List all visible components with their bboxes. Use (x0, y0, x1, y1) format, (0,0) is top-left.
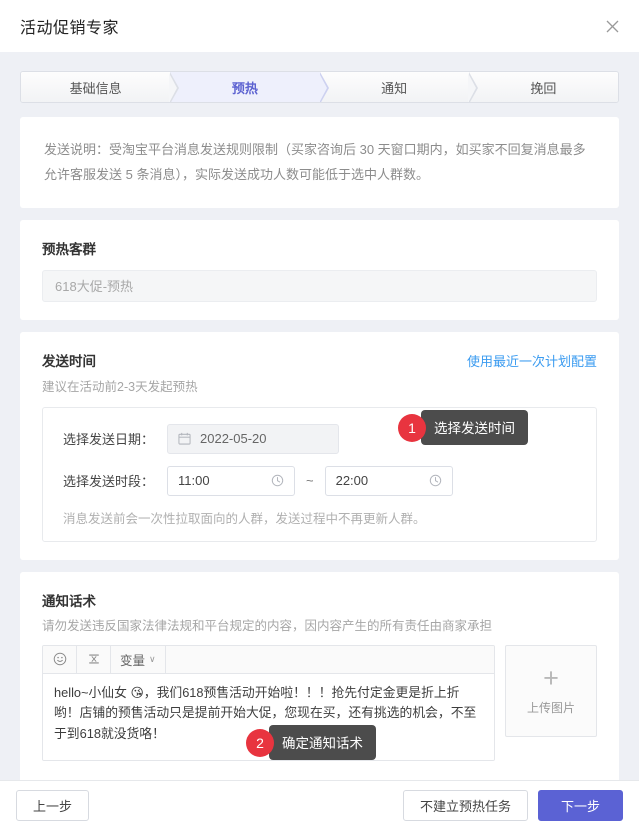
step-nav-wrapper: 基础信息 预热 通知 挽回 (0, 52, 639, 103)
warmup-crowd-title: 预热客群 (42, 241, 96, 257)
step-label: 通知 (381, 80, 408, 96)
send-time-card: 发送时间 使用最近一次计划配置 建议在活动前2-3天发起预热 选择发送日期： 2… (20, 331, 619, 560)
send-date-label: 选择发送日期： (63, 432, 155, 448)
warmup-crowd-card: 预热客群 618大促-预热 (20, 219, 619, 320)
format-icon[interactable] (77, 645, 111, 673)
dialog-titlebar: 活动促销专家 (0, 0, 639, 52)
dialog-footer: 上一步 不建立预热任务 下一步 (0, 780, 639, 830)
step-warmup[interactable]: 预热 (170, 72, 329, 102)
calendar-icon (178, 432, 191, 445)
prev-step-button[interactable]: 上一步 (16, 790, 90, 821)
variable-label: 变量 (120, 653, 146, 668)
step-recover[interactable]: 挽回 (468, 72, 618, 102)
send-time-range-row: 选择发送时段： 11:00 ~ 22:00 (63, 465, 576, 496)
send-time-title: 发送时间 (42, 353, 96, 369)
send-rule-notice-text: 发送说明：受淘宝平台消息发送规则限制（买家咨询后 30 天窗口期内，如买家不回复… (44, 142, 586, 183)
notification-message-subtitle: 请勿发送违反国家法律法规和平台规定的内容，因内容产生的所有责任由商家承担 (42, 618, 493, 633)
send-time-start-value: 11:00 (178, 473, 210, 489)
next-step-button[interactable]: 下一步 (537, 790, 623, 821)
step-label: 基础信息 (69, 80, 122, 96)
send-time-start-input[interactable]: 11:00 (167, 465, 295, 496)
warmup-crowd-field[interactable]: 618大促-预热 (42, 269, 597, 302)
time-range-separator: ~ (306, 473, 314, 489)
step-arrow-icon (169, 72, 180, 102)
upload-image-button[interactable]: + 上传图片 (505, 644, 597, 737)
step-label: 预热 (231, 80, 258, 96)
upload-image-label: 上传图片 (526, 701, 575, 716)
dialog-title: 活动促销专家 (20, 20, 120, 37)
send-time-end-input[interactable]: 22:00 (324, 465, 453, 496)
step-basic-info[interactable]: 基础信息 (21, 72, 180, 102)
editor-toolbar: 变量 ∨ (43, 645, 494, 674)
dialog-body: 发送说明：受淘宝平台消息发送规则限制（买家咨询后 30 天窗口期内，如买家不回复… (0, 103, 639, 780)
plus-icon: + (543, 663, 559, 694)
emoji-icon[interactable] (43, 645, 77, 673)
close-icon[interactable] (599, 13, 625, 39)
step-nav: 基础信息 预热 通知 挽回 (20, 71, 619, 103)
send-time-note: 消息发送前会一次性拉取面向的人群，发送过程中不再更新人群。 (63, 511, 426, 526)
activity-promotion-dialog: 活动促销专家 基础信息 预热 通知 挽回 发送说明：受淘宝平台消息发送规则限制（… (0, 0, 639, 830)
callout-badge: 2 (246, 728, 274, 757)
send-date-input[interactable]: 2022-05-20 (167, 423, 339, 454)
variable-dropdown[interactable]: 变量 ∨ (111, 645, 166, 673)
send-rule-notice-card: 发送说明：受淘宝平台消息发送规则限制（买家咨询后 30 天窗口期内，如买家不回复… (20, 117, 619, 208)
use-last-plan-config-link[interactable]: 使用最近一次计划配置 (467, 351, 597, 370)
skip-warmup-button[interactable]: 不建立预热任务 (402, 790, 528, 821)
send-time-end-value: 22:00 (335, 473, 369, 489)
callout-annotation-1: 1 选择发送时间 (398, 410, 528, 445)
warmup-crowd-value: 618大促-预热 (55, 279, 134, 295)
callout-text: 确定通知话术 (269, 725, 376, 760)
send-time-range-label: 选择发送时段： (63, 474, 155, 490)
clock-icon (429, 474, 442, 487)
step-notify[interactable]: 通知 (319, 72, 478, 102)
callout-annotation-2: 2 确定通知话术 (246, 725, 376, 760)
callout-badge: 1 (398, 413, 426, 442)
footer-right-actions: 不建立预热任务 下一步 (402, 790, 623, 821)
notification-message-title: 通知话术 (42, 593, 96, 609)
send-date-value: 2022-05-20 (200, 431, 267, 447)
callout-text: 选择发送时间 (421, 410, 528, 445)
step-label: 挽回 (530, 80, 557, 96)
step-arrow-icon (318, 72, 329, 102)
clock-icon (271, 474, 284, 487)
chevron-down-icon: ∨ (149, 653, 156, 664)
send-time-subtitle: 建议在活动前2-3天发起预热 (42, 379, 198, 394)
step-arrow-icon (467, 72, 478, 102)
